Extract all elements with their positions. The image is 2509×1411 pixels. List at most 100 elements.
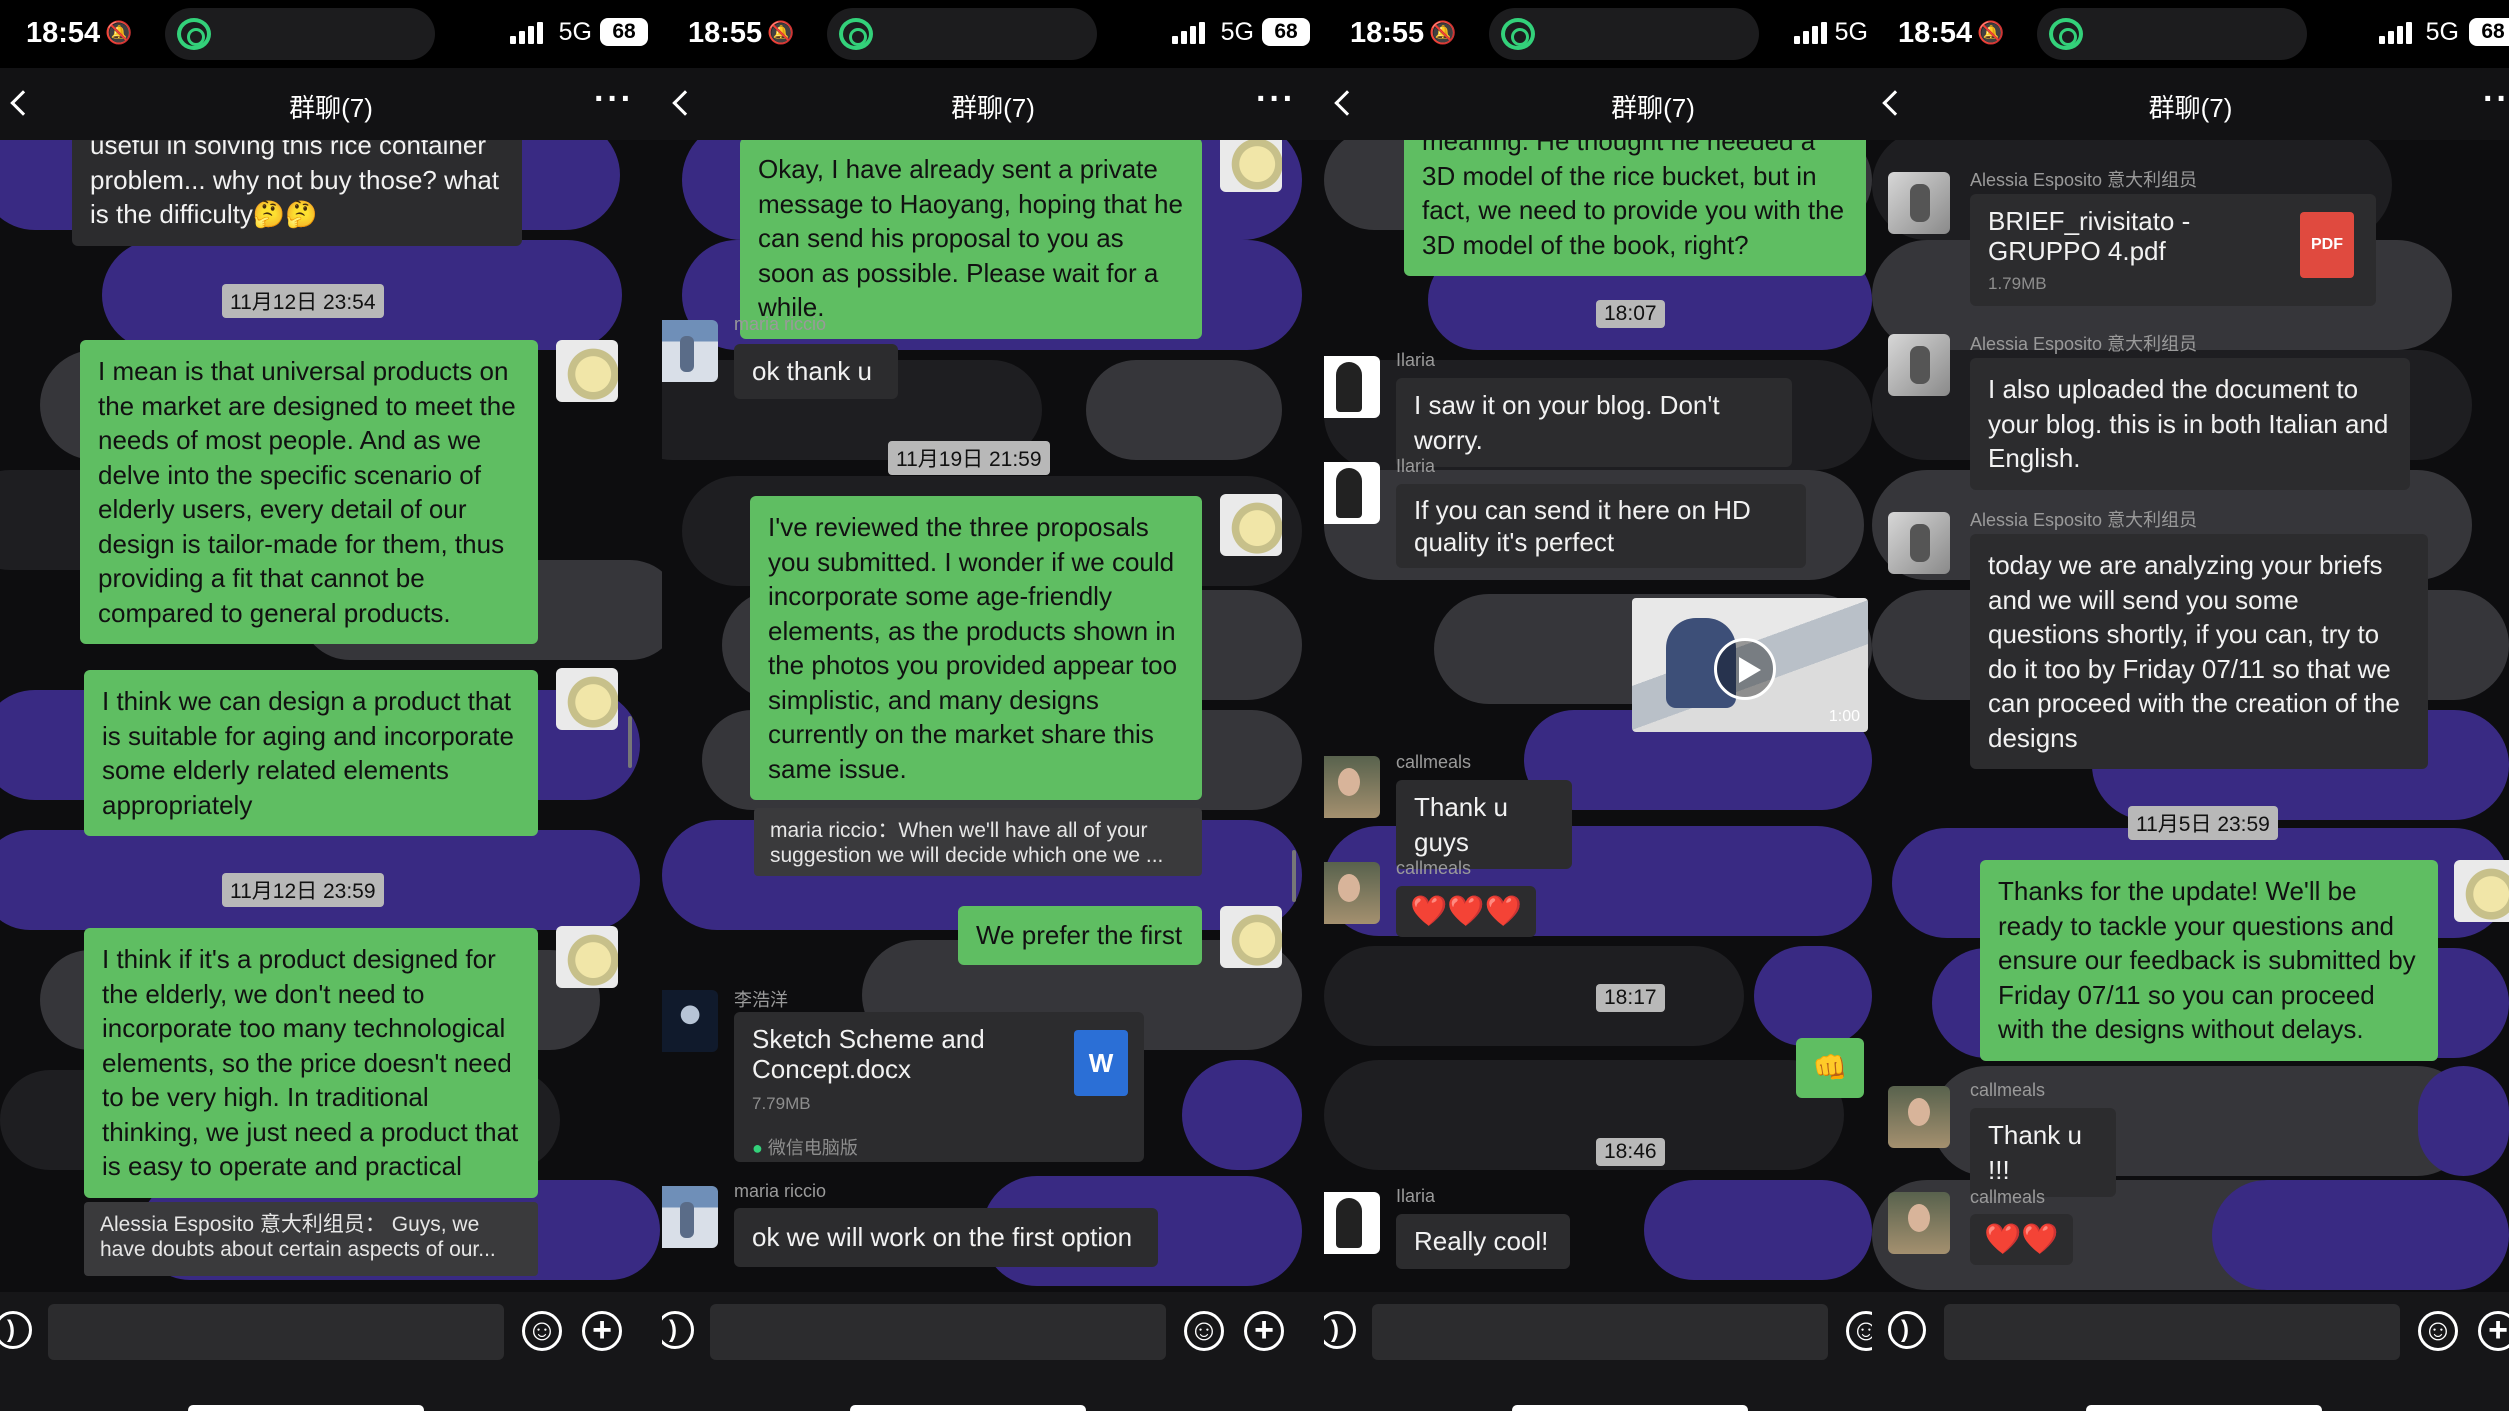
avatar[interactable] [662,990,718,1052]
message-bubble[interactable]: ok thank u [734,344,898,399]
more-icon[interactable]: ··· [2483,80,2509,119]
more-icon[interactable]: ··· [1256,80,1296,119]
message-bubble[interactable]: Okay, I have already sent a private mess… [740,138,1202,339]
avatar[interactable] [662,1186,718,1248]
dynamic-island[interactable] [827,8,1097,60]
file-name: BRIEF_rivisitato - GRUPPO 4.pdf [1988,206,2191,266]
avatar[interactable] [1888,172,1950,234]
status-time: 18:55 [688,17,763,49]
input-bar [1872,1292,2509,1411]
scrollbar[interactable] [1292,850,1296,902]
plus-icon[interactable] [1244,1311,1284,1351]
file-attachment[interactable]: BRIEF_rivisitato - GRUPPO 4.pdf 1.79MB P… [1970,194,2376,306]
message-bubble[interactable]: ok we will work on the first option [734,1208,1158,1267]
timestamp: 11月5日 23:59 [2128,806,2278,840]
message-bubble[interactable]: I've reviewed the three proposals you su… [750,496,1202,800]
chat-panel-4: 18:54 🔕 5G 68 群聊(7) ··· Alessia Esposito… [1872,0,2509,1411]
message-input[interactable] [48,1304,504,1360]
avatar[interactable] [1324,1192,1380,1254]
avatar[interactable] [1220,494,1282,556]
chat-panel-3: 18:55 🔕 5G 群聊(7) meaning. He thought he … [1324,0,1872,1411]
wallpaper-shape [1754,946,1872,1046]
wallpaper-shape [1086,360,1282,460]
home-indicator[interactable] [188,1405,424,1411]
sender-name: Ilaria [1396,1186,1436,1206]
message-bubble[interactable]: Thank u !!! [1970,1108,2116,1197]
signal-icon [1172,22,1206,44]
more-icon[interactable]: ··· [594,80,634,119]
avatar[interactable] [1888,1086,1950,1148]
message-bubble[interactable]: I think we can design a product that is … [84,670,538,836]
file-name: Sketch Scheme and Concept.docx [752,1024,985,1084]
emoji-icon[interactable] [1184,1311,1224,1351]
message-bubble[interactable]: meaning. He thought he needed a 3D model… [1404,116,1866,276]
pdf-icon: PDF [2300,212,2354,278]
message-bubble[interactable]: ❤️❤️❤️ [1396,886,1537,937]
avatar[interactable] [1324,356,1380,418]
plus-icon[interactable] [2478,1311,2509,1351]
file-attachment[interactable]: Sketch Scheme and Concept.docx 7.79MB W … [734,1012,1144,1162]
avatar[interactable] [1324,462,1380,524]
avatar[interactable] [556,926,618,988]
voice-icon[interactable] [662,1311,694,1349]
wechat-logo-icon [1501,18,1535,50]
voice-icon[interactable] [0,1311,32,1349]
message-bubble[interactable]: I also uploaded the document to your blo… [1970,358,2410,490]
message-bubble[interactable]: I mean is that universal products on the… [80,340,538,644]
fist-emoji-message[interactable]: 👊 [1796,1038,1864,1098]
message-bubble[interactable]: I think if it's a product designed for t… [84,928,538,1198]
home-indicator[interactable] [1512,1405,1748,1411]
avatar[interactable] [556,340,618,402]
message-bubble[interactable]: today we are analyzing your briefs and w… [1970,534,2428,769]
sender-name: Ilaria [1396,456,1436,476]
input-bar [1324,1292,1872,1411]
input-bar [0,1292,662,1411]
message-bubble[interactable]: We prefer the first [958,906,1202,965]
scrollbar[interactable] [628,716,632,768]
dynamic-island[interactable] [2037,8,2307,60]
message-bubble[interactable]: Really cool! [1396,1214,1570,1269]
quoted-message[interactable]: Alessia Esposito 意大利组员： Guys, we have do… [84,1202,538,1276]
voice-icon[interactable] [1888,1311,1926,1349]
avatar[interactable] [1888,334,1950,396]
status-bar: 18:55 🔕 5G [1324,0,1872,68]
message-bubble[interactable]: If you can send it here on HD quality it… [1396,484,1806,568]
plus-icon[interactable] [582,1311,622,1351]
avatar[interactable] [662,320,718,382]
dynamic-island[interactable] [1489,8,1759,60]
message-input[interactable] [710,1304,1166,1360]
sender-name: callmeals [1970,1187,2046,1207]
quoted-message[interactable]: maria riccio：When we'll have all of your… [754,808,1202,876]
avatar[interactable] [2454,860,2509,922]
message-bubble[interactable]: Thank u guys [1396,780,1572,869]
message-bubble[interactable]: ❤️❤️ [1970,1214,2073,1265]
avatar[interactable] [1888,512,1950,574]
dynamic-island[interactable] [165,8,435,60]
wallpaper-shape [1644,1180,1872,1280]
video-message[interactable]: 1:00 [1632,598,1868,732]
avatar[interactable] [1324,862,1380,924]
wallpaper-shape [2418,1066,2509,1176]
chat-panel-1: 18:54 🔕 5G 68 群聊(7) ··· useful in solvin… [0,0,662,1411]
emoji-icon[interactable] [522,1311,562,1351]
avatar[interactable] [1324,756,1380,818]
emoji-icon[interactable] [2418,1311,2458,1351]
home-indicator[interactable] [2086,1405,2322,1411]
file-size: 1.79MB [1988,274,2047,293]
timestamp: 18:07 [1596,300,1665,328]
voice-icon[interactable] [1324,1311,1356,1349]
play-icon[interactable] [1714,638,1776,700]
avatar[interactable] [1888,1192,1950,1254]
emoji-icon[interactable] [1846,1311,1872,1351]
status-time: 18:54 [26,17,101,49]
avatar[interactable] [1220,906,1282,968]
avatar[interactable] [556,668,618,730]
wechat-small-icon: ● [752,1138,763,1158]
message-input[interactable] [1944,1304,2400,1360]
message-input[interactable] [1372,1304,1828,1360]
message-bubble[interactable]: Thanks for the update! We'll be ready to… [1980,860,2438,1061]
home-indicator[interactable] [850,1405,1086,1411]
signal-icon [510,22,544,44]
message-bubble[interactable]: I saw it on your blog. Don't worry. [1396,378,1792,467]
wallpaper-shape [1182,1060,1302,1170]
